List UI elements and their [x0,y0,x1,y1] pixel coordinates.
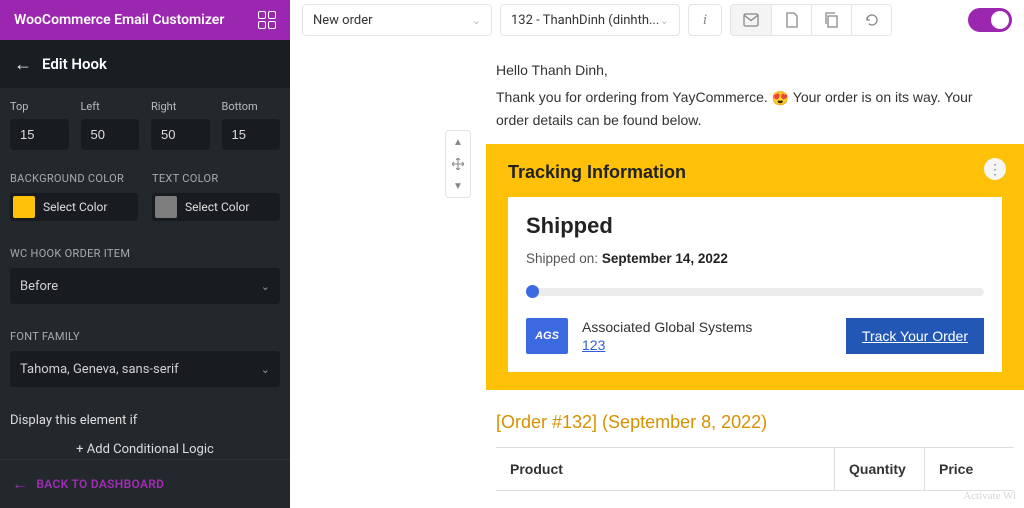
conditional-label: Display this element if [10,413,280,428]
email-greeting: Hello Thanh Dinh, [496,62,1004,78]
font-label: FONT FAMILY [10,330,280,343]
text-color-label: TEXT COLOR [152,172,280,185]
tracking-progress [526,288,984,296]
mail-icon [743,13,759,27]
bg-color-picker[interactable]: Select Color [10,193,138,221]
bg-color-label: BACKGROUND COLOR [10,172,138,185]
hook-select[interactable]: Before ⌄ [10,268,280,304]
enable-toggle[interactable] [968,8,1012,32]
add-conditional-button[interactable]: + Add Conditional Logic [10,442,280,457]
heart-eyes-emoji: 😍 [772,90,789,106]
font-select[interactable]: Tahoma, Geneva, sans-serif ⌄ [10,351,280,387]
email-type-select[interactable]: New order ⌄ [302,4,492,36]
padding-bottom-input[interactable] [222,119,281,150]
block-move-controls: ▲ ▼ [445,130,471,198]
chevron-down-icon: ⌄ [660,14,669,27]
text-color-picker[interactable]: Select Color [152,193,280,221]
tracking-block[interactable]: ⋮ Tracking Information Shipped Shipped o… [486,144,1024,390]
padding-bottom-label: Bottom [222,100,281,113]
brand-bar: WooCommerce Email Customizer [0,0,290,40]
shipment-status: Shipped [526,213,984,239]
email-type-value: New order [313,13,373,28]
move-handle[interactable] [446,153,470,175]
page-mode-button[interactable] [771,5,811,35]
padding-controls: Top Left Right Bottom [10,100,280,150]
padding-right-label: Right [151,100,210,113]
back-to-dashboard-link[interactable]: ← BACK TO DASHBOARD [0,459,290,508]
refresh-icon [864,12,880,28]
hook-value: Before [20,279,58,294]
padding-top-label: Top [10,100,69,113]
order-items-table: Product Quantity Price [496,447,1014,491]
carrier-logo: AGS [526,318,568,354]
track-order-button[interactable]: Track Your Order [846,318,984,354]
move-icon [452,158,464,170]
padding-left-label: Left [81,100,140,113]
tracking-number-link[interactable]: 123 [582,337,605,353]
order-select-value: 132 - ThanhDinh (dinhth... [511,13,659,28]
back-arrow-icon[interactable]: ← [14,54,32,75]
email-preview: ▲ ▼ Hello Thanh Dinh, Thank you for orde… [290,40,1024,508]
move-down-button[interactable]: ▼ [446,175,470,197]
padding-top-input[interactable] [10,119,69,150]
sidebar-title: Edit Hook [42,55,107,73]
chevron-down-icon: ⌄ [472,14,481,27]
order-heading: [Order #132] (September 8, 2022) [496,412,1024,433]
tracking-card: Shipped Shipped on: September 14, 2022 A… [508,197,1002,372]
arrow-left-icon: ← [12,474,28,494]
sidebar-header: ← Edit Hook [0,40,290,88]
block-options-button[interactable]: ⋮ [984,158,1006,180]
bg-color-swatch [13,196,35,218]
padding-left-input[interactable] [81,119,140,150]
watermark-text: Activate Wi [963,490,1016,502]
top-controls: New order ⌄ 132 - ThanhDinh (dinhth... ⌄… [290,4,1024,36]
tracking-title: Tracking Information [508,162,1002,183]
move-up-button[interactable]: ▲ [446,131,470,153]
file-icon [785,12,799,28]
chevron-down-icon: ⌄ [261,280,270,293]
text-color-swatch [155,196,177,218]
padding-right-input[interactable] [151,119,210,150]
font-value: Tahoma, Geneva, sans-serif [20,362,179,377]
refresh-button[interactable] [851,5,891,35]
copy-button[interactable] [811,5,851,35]
shipped-date: Shipped on: September 14, 2022 [526,251,984,266]
table-header-quantity: Quantity [834,448,924,490]
hook-label: WC HOOK ORDER ITEM [10,247,280,260]
email-intro: Thank you for ordering from YayCommerce.… [496,86,1004,132]
preview-mode-group [730,4,892,36]
table-header-price: Price [924,448,1014,490]
copy-icon [824,12,839,28]
brand-title: WooCommerce Email Customizer [14,12,250,28]
info-button[interactable]: i [688,4,722,36]
order-select[interactable]: 132 - ThanhDinh (dinhth... ⌄ [500,4,680,36]
grid-icon[interactable] [258,11,276,29]
carrier-name: Associated Global Systems [582,319,832,335]
email-mode-button[interactable] [731,5,771,35]
chevron-down-icon: ⌄ [261,363,270,376]
progress-dot-icon [526,285,539,298]
sidebar: ← Edit Hook Top Left Right Bottom [0,40,290,508]
table-header-product: Product [496,448,834,490]
